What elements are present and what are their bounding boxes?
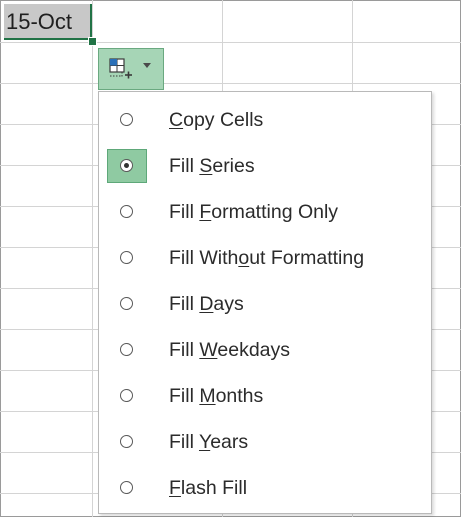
radio-button-wrap [107, 425, 147, 459]
selected-cell[interactable]: 15-Oct [4, 4, 92, 40]
radio-button-wrap [107, 103, 147, 137]
menu-item-label: Fill Months [169, 385, 264, 407]
radio-button-wrap [107, 195, 147, 229]
menu-item-fill-weekdays[interactable]: Fill Weekdays [99, 327, 431, 373]
radio-button-wrap [107, 379, 147, 413]
menu-item-label: Fill Weekdays [169, 339, 291, 361]
row-divider [0, 83, 461, 84]
radio-button-wrap [107, 241, 147, 275]
radio-button-icon[interactable] [120, 343, 133, 356]
chevron-down-icon [143, 63, 151, 68]
menu-item-fill-months[interactable]: Fill Months [99, 373, 431, 419]
autofill-options-icon [109, 58, 133, 80]
radio-button-wrap [107, 287, 147, 321]
radio-button-icon[interactable] [120, 297, 133, 310]
menu-item-label: Flash Fill [169, 477, 248, 499]
menu-item-copy-cells[interactable]: Copy Cells [99, 97, 431, 143]
radio-button-icon[interactable] [120, 389, 133, 402]
menu-item-label: Fill Series [169, 155, 255, 177]
radio-button-icon[interactable] [120, 481, 133, 494]
menu-item-label: Fill Days [169, 293, 244, 315]
radio-button-wrap [107, 149, 147, 183]
menu-item-fill-years[interactable]: Fill Years [99, 419, 431, 465]
radio-button-icon[interactable] [120, 159, 133, 172]
autofill-options-menu: Copy Cells Fill Series Fill Formatting O… [98, 91, 432, 514]
cell-value: 15-Oct [6, 9, 73, 34]
column-divider [92, 0, 93, 517]
row-divider [0, 42, 461, 43]
radio-button-icon[interactable] [120, 251, 133, 264]
radio-button-icon[interactable] [120, 205, 133, 218]
menu-item-fill-formatting-only[interactable]: Fill Formatting Only [99, 189, 431, 235]
radio-button-wrap [107, 333, 147, 367]
menu-item-fill-without-formatting[interactable]: Fill Without Formatting [99, 235, 431, 281]
autofill-options-button[interactable] [98, 48, 164, 90]
fill-handle[interactable] [88, 37, 97, 46]
menu-item-flash-fill[interactable]: Flash Fill [99, 465, 431, 511]
radio-button-icon[interactable] [120, 113, 133, 126]
radio-button-wrap [107, 471, 147, 505]
menu-item-label: Fill Formatting Only [169, 201, 339, 223]
radio-button-icon[interactable] [120, 435, 133, 448]
menu-item-fill-series[interactable]: Fill Series [99, 143, 431, 189]
menu-item-label: Fill Years [169, 431, 249, 453]
menu-item-label: Fill Without Formatting [169, 247, 365, 269]
menu-item-fill-days[interactable]: Fill Days [99, 281, 431, 327]
menu-item-label: Copy Cells [169, 109, 264, 131]
